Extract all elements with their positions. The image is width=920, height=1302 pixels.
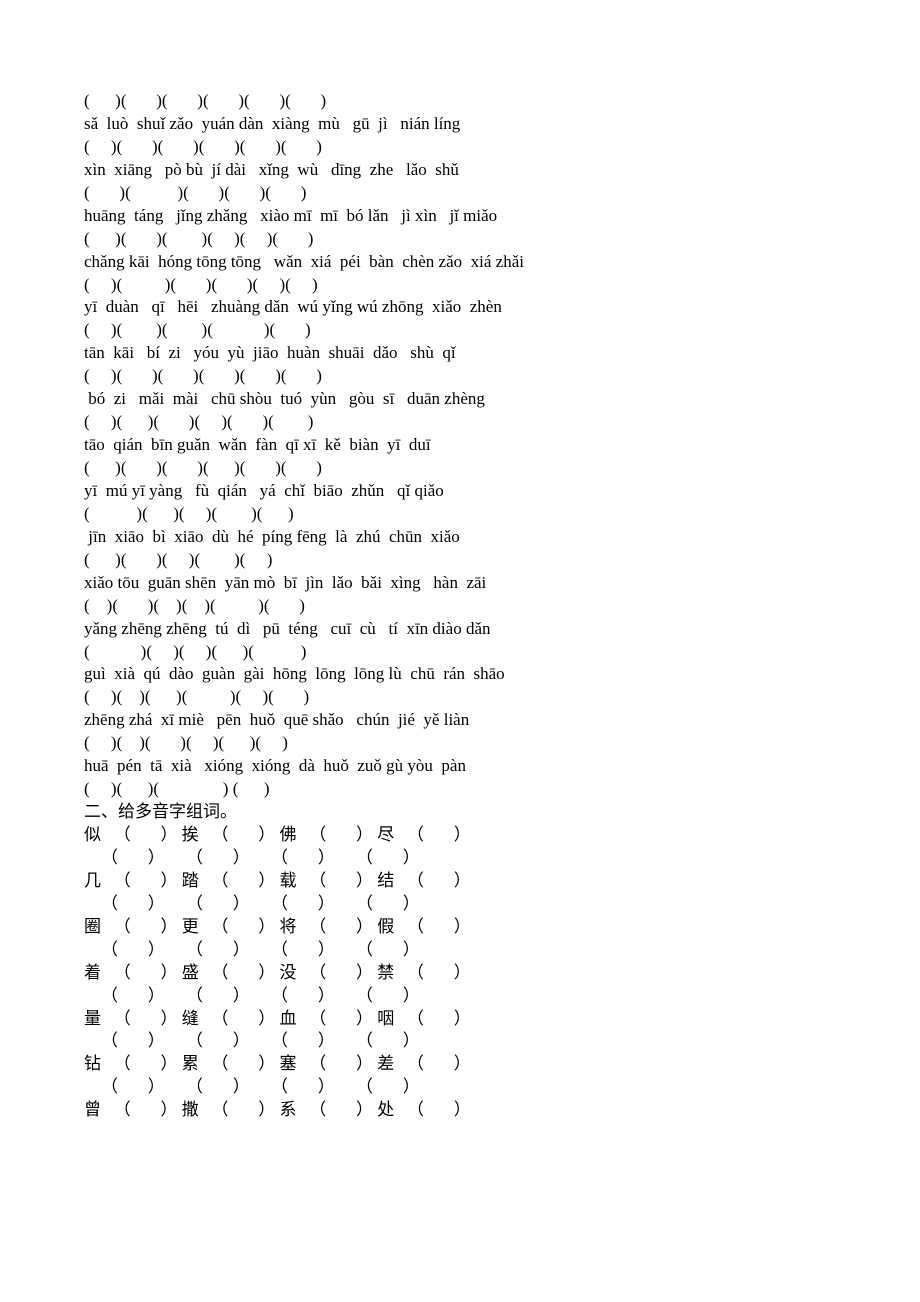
pinyin-row: xiǎo tōu guān shēn yān mò bī jìn lǎo bǎi… <box>84 572 852 595</box>
polyphone-blank-row: （ ） （ ） （ ） （ ） <box>84 985 852 1008</box>
polyphone-row: 着 （ ） 盛 （ ） 没 （ ） 禁 （ ） <box>84 962 852 985</box>
pinyin-row: yī duàn qī hēi zhuàng dǎn wú yǐng wú zhō… <box>84 296 852 319</box>
blank-row: ( )( )( ) ( ) <box>84 778 852 801</box>
section-2-title: 二、给多音字组词。 <box>84 801 852 824</box>
polyphone-row: 似 （ ） 挨 （ ） 佛 （ ） 尽 （ ） <box>84 824 852 847</box>
pinyin-row: yī mú yī yàng fù qián yá chǐ biāo zhǔn q… <box>84 480 852 503</box>
polyphone-blank-row: （ ） （ ） （ ） （ ） <box>84 1030 852 1053</box>
pinyin-row: tāo qián bīn guǎn wǎn fàn qī xī kě biàn … <box>84 434 852 457</box>
blank-row: ( )( )( )( )( ) <box>84 319 852 342</box>
polyphone-blank-row: （ ） （ ） （ ） （ ） <box>84 847 852 870</box>
blank-row: ( )( )( )( )( )( ) <box>84 90 852 113</box>
blank-row: ( )( )( )( )( )( ) <box>84 228 852 251</box>
pinyin-row: huā pén tā xià xióng xióng dà huǒ zuǒ gù… <box>84 755 852 778</box>
blank-row: ( )( )( )( )( )( ) <box>84 365 852 388</box>
pinyin-row: bó zi mǎi mài chū shòu tuó yùn gòu sī du… <box>84 388 852 411</box>
pinyin-row: yǎng zhēng zhēng tú dì pū téng cuī cù tí… <box>84 618 852 641</box>
polyphone-section: 似 （ ） 挨 （ ） 佛 （ ） 尽 （ ） （ ） （ ） （ ） （ ）几… <box>84 824 852 1122</box>
blank-row: ( )( )( )( )( ) <box>84 182 852 205</box>
pinyin-row: guì xià qú dào guàn gài hōng lōng lōng l… <box>84 663 852 686</box>
blank-row: ( )( )( )( )( )( ) <box>84 732 852 755</box>
polyphone-row: 曾 （ ） 撒 （ ） 系 （ ） 处 （ ） <box>84 1099 852 1122</box>
pinyin-row: zhēng zhá xī miè pēn huǒ quē shǎo chún j… <box>84 709 852 732</box>
blank-row: ( )( )( )( )( )( ) <box>84 457 852 480</box>
pinyin-row: sǎ luò shuǐ zǎo yuán dàn xiàng mù gū jì … <box>84 113 852 136</box>
blank-row: ( )( )( )( )( )( ) <box>84 274 852 297</box>
polyphone-row: 几 （ ） 踏 （ ） 载 （ ） 结 （ ） <box>84 870 852 893</box>
blank-row: ( )( )( )( )( ) <box>84 549 852 572</box>
polyphone-row: 量 （ ） 缝 （ ） 血 （ ） 咽 （ ） <box>84 1008 852 1031</box>
polyphone-row: 钻 （ ） 累 （ ） 塞 （ ） 差 （ ） <box>84 1053 852 1076</box>
blank-row: ( )( )( )( )( )( ) <box>84 686 852 709</box>
polyphone-blank-row: （ ） （ ） （ ） （ ） <box>84 1076 852 1099</box>
pinyin-fill-section: ( )( )( )( )( )( )sǎ luò shuǐ zǎo yuán d… <box>84 90 852 801</box>
blank-row: ( )( )( )( )( )( ) <box>84 595 852 618</box>
pinyin-row: xìn xiāng pò bù jí dài xǐng wù dīng zhe … <box>84 159 852 182</box>
blank-row: ( )( )( )( )( )( ) <box>84 411 852 434</box>
blank-row: ( )( )( )( )( ) <box>84 641 852 664</box>
polyphone-blank-row: （ ） （ ） （ ） （ ） <box>84 939 852 962</box>
polyphone-blank-row: （ ） （ ） （ ） （ ） <box>84 893 852 916</box>
blank-row: ( )( )( )( )( ) <box>84 503 852 526</box>
pinyin-row: chǎng kāi hóng tōng tōng wǎn xiá péi bàn… <box>84 251 852 274</box>
blank-row: ( )( )( )( )( )( ) <box>84 136 852 159</box>
polyphone-row: 圈 （ ） 更 （ ） 将 （ ） 假 （ ） <box>84 916 852 939</box>
pinyin-row: jīn xiāo bì xiāo dù hé píng fēng là zhú … <box>84 526 852 549</box>
pinyin-row: huāng táng jǐng zhǎng xiào mī mī bó lǎn … <box>84 205 852 228</box>
pinyin-row: tān kāi bí zi yóu yù jiāo huàn shuāi dǎo… <box>84 342 852 365</box>
